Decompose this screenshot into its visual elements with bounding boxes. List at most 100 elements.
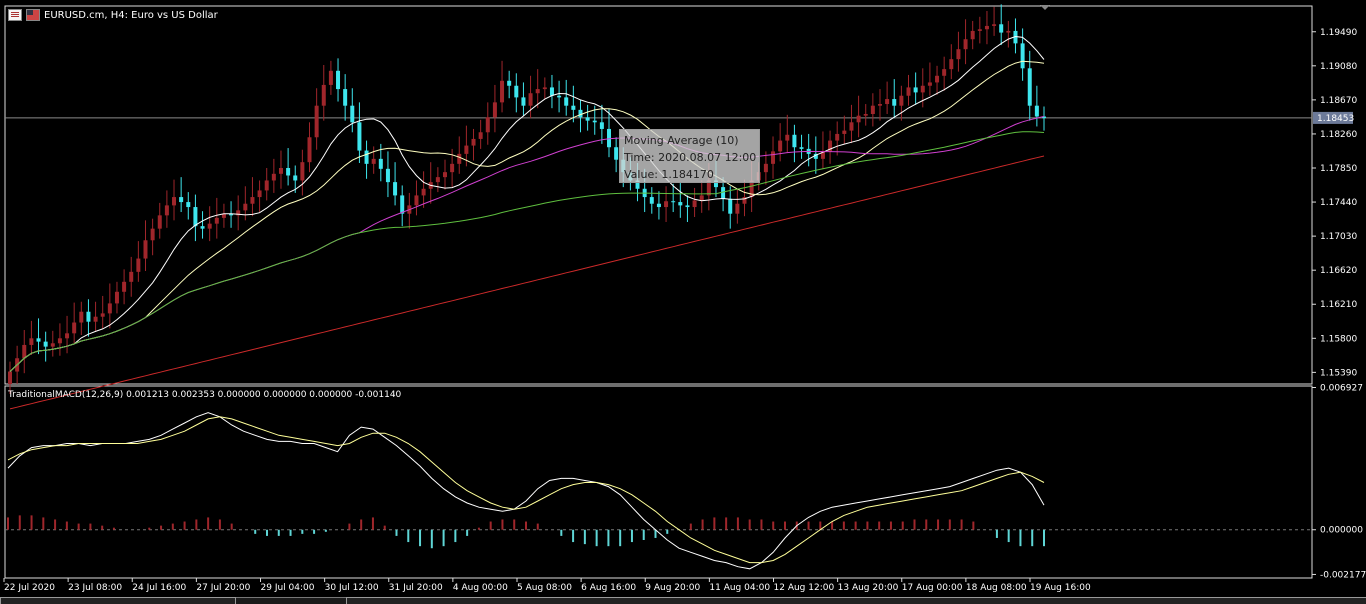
candle-body	[664, 201, 669, 208]
price-axis-label: 1.17850	[1320, 164, 1357, 174]
chart-title: EURUSD.cm, H4: Euro vs US Dollar	[44, 9, 218, 21]
candle-body	[963, 39, 968, 50]
time-axis-label: 29 Jul 04:00	[261, 583, 315, 593]
candle-body	[393, 182, 398, 196]
candle-body	[614, 147, 619, 160]
candle-body	[835, 133, 840, 141]
candle-body	[870, 105, 875, 114]
candle-body	[93, 316, 98, 322]
price-axis-label: 1.17030	[1320, 232, 1357, 242]
candle-body	[400, 195, 405, 214]
indicator-tooltip: Moving Average (10) Time: 2020.08.07 12:…	[619, 129, 760, 183]
candle-body	[557, 95, 562, 98]
time-axis-label: 5 Aug 08:00	[517, 583, 572, 593]
time-axis-label: 17 Aug 00:00	[902, 583, 963, 593]
candle-body	[385, 168, 390, 183]
candle-body	[507, 80, 512, 86]
candle-body	[257, 190, 262, 198]
time-axis-label: 24 Jul 16:00	[132, 583, 186, 593]
candle-body	[314, 105, 319, 138]
macd-indicator-label: TraditionalMACD(12,26,9) 0.001213 0.0023…	[8, 390, 402, 400]
candle-body	[899, 95, 904, 106]
candle-body	[942, 69, 947, 76]
candle-body	[214, 217, 219, 224]
tooltip-indicator-name: Moving Average (10)	[624, 134, 739, 147]
candle-body	[150, 228, 155, 241]
candle-body	[692, 200, 697, 208]
price-chart[interactable]: 1.19490 1.19080 1.18670 1.18260 1.17850 1.174…	[0, 0, 1366, 603]
candle-body	[371, 158, 376, 164]
candle-body	[863, 114, 868, 116]
candle-body	[856, 115, 861, 123]
ma-200-line	[9, 155, 1045, 410]
time-axis-label: 27 Jul 20:00	[196, 583, 250, 593]
candle-body	[877, 104, 882, 106]
candle-body	[935, 75, 940, 83]
macd-axis-label: 0.006927	[1320, 383, 1363, 393]
candle-body	[585, 117, 590, 121]
candle-body	[649, 197, 654, 204]
candle-body	[1034, 105, 1039, 117]
candle-body	[535, 89, 540, 94]
candle-body	[913, 87, 918, 93]
candle-body	[186, 202, 191, 208]
shift-marker-icon	[1040, 5, 1050, 10]
candle-body	[485, 117, 490, 133]
candle-body	[328, 70, 333, 85]
candle-body	[699, 195, 704, 201]
time-axis-label: 6 Aug 16:00	[581, 583, 636, 593]
candle-body	[457, 153, 462, 164]
candle-body	[656, 203, 661, 208]
candle-body	[122, 281, 127, 292]
candle-body	[970, 30, 975, 40]
candle-body	[564, 97, 569, 106]
candle-body	[492, 102, 497, 118]
candle-body	[421, 188, 426, 196]
candle-body	[785, 134, 790, 141]
candle-body	[1020, 43, 1025, 69]
price-axis-label: 1.18670	[1320, 96, 1357, 106]
candle-body	[464, 145, 469, 154]
tooltip-value: Value: 1.184170	[624, 168, 714, 181]
candle-body	[36, 338, 41, 342]
candle-body	[735, 203, 740, 214]
ma-20-line	[9, 60, 1045, 372]
candle-body	[193, 207, 198, 227]
price-axis-label: 1.17440	[1320, 198, 1357, 208]
candle-body	[65, 333, 70, 339]
ma-100-line	[9, 131, 1045, 372]
candle-body	[72, 322, 77, 334]
candle-body	[885, 99, 890, 105]
time-axis-label: 11 Aug 04:00	[709, 583, 770, 593]
candle-body	[307, 137, 312, 163]
candle-body	[157, 215, 162, 229]
candle-body	[977, 29, 982, 31]
candle-body	[50, 343, 55, 347]
eu-flag-icon	[8, 9, 22, 21]
candle-body	[207, 223, 212, 229]
candle-body	[179, 197, 184, 203]
candle-body	[607, 128, 612, 148]
candle-body	[799, 147, 804, 149]
time-axis-label: 18 Aug 08:00	[966, 583, 1027, 593]
candle-body	[114, 291, 119, 304]
candle-body	[22, 344, 27, 359]
candle-body	[107, 303, 112, 314]
candle-body	[949, 59, 954, 70]
candle-body	[143, 240, 148, 259]
chart-title-bar: EURUSD.cm, H4: Euro vs US Dollar	[8, 8, 218, 22]
macd-axis-label: 0.000000	[1320, 526, 1363, 536]
candle-body	[592, 120, 597, 123]
time-axis-label: 22 Jul 2020	[4, 583, 55, 593]
candle-body	[927, 82, 932, 86]
candle-body	[1027, 68, 1032, 106]
candle-body	[43, 341, 48, 347]
candle-body	[79, 311, 84, 323]
candle-body	[849, 122, 854, 131]
candle-body	[350, 105, 355, 123]
time-axis-label: 12 Aug 12:00	[774, 583, 835, 593]
macd-axis-label: -0.002177	[1320, 570, 1366, 580]
time-axis-label: 30 Jul 12:00	[325, 583, 379, 593]
candle-body	[29, 338, 34, 345]
candle-body	[278, 168, 283, 174]
